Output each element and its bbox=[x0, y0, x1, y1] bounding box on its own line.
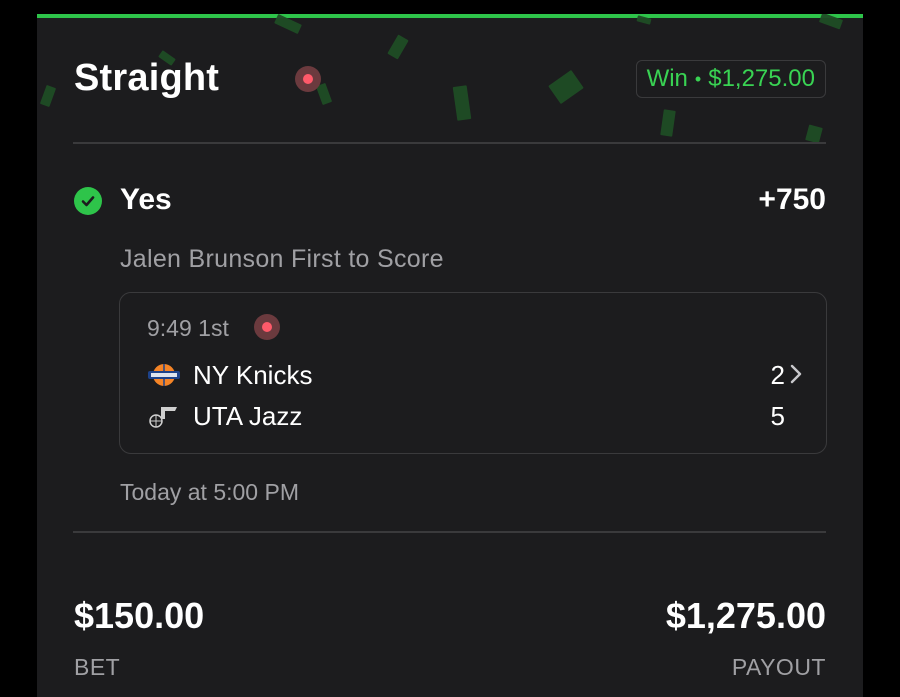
pick-row: Yes +750 bbox=[74, 182, 826, 222]
market-description: Jalen Brunson First to Score bbox=[120, 245, 444, 273]
team-score: 2 bbox=[770, 360, 785, 390]
live-record-icon bbox=[295, 66, 321, 92]
team-name: NY Knicks bbox=[193, 360, 313, 390]
chevron-right-icon[interactable] bbox=[788, 361, 804, 387]
bet-label: BET bbox=[74, 654, 121, 680]
game-date: Today at 5:00 PM bbox=[120, 479, 299, 505]
win-status-badge: Win • $1,275.00 bbox=[635, 60, 826, 98]
totals-divider bbox=[73, 531, 826, 533]
confetti-piece bbox=[387, 34, 409, 60]
confetti-piece bbox=[805, 124, 823, 144]
top-accent-line bbox=[37, 14, 863, 18]
bet-header: Straight Win • $1,275.00 bbox=[74, 58, 826, 108]
team-score: 5 bbox=[770, 401, 785, 431]
win-status-label: Win bbox=[646, 65, 688, 92]
win-amount: $1,275.00 bbox=[708, 65, 815, 92]
bet-card: Straight Win • $1,275.00 Yes +750 Jalen … bbox=[37, 14, 863, 697]
pick-selection: Yes bbox=[120, 183, 172, 216]
badge-separator: • bbox=[694, 68, 702, 89]
payout-amount: $1,275.00 bbox=[665, 595, 826, 636]
check-circle-icon bbox=[74, 187, 102, 215]
team-row: NY Knicks 2 bbox=[147, 358, 787, 392]
pick-odds: +750 bbox=[758, 183, 826, 216]
bet-amount: $150.00 bbox=[74, 595, 205, 636]
team-name: UTA Jazz bbox=[193, 401, 303, 431]
game-clock: 9:49 1st bbox=[147, 315, 229, 341]
confetti-piece bbox=[39, 84, 57, 108]
knicks-logo-icon bbox=[148, 364, 180, 386]
team-row: UTA Jazz 5 bbox=[147, 399, 787, 433]
game-scoreboard[interactable]: 9:49 1st NY Knicks 2 UTA Jazz 5 bbox=[119, 292, 827, 454]
jazz-logo-icon bbox=[149, 407, 177, 428]
live-record-icon bbox=[254, 314, 280, 340]
confetti-piece bbox=[660, 109, 676, 137]
header-divider bbox=[73, 142, 826, 144]
bet-type-title: Straight bbox=[74, 57, 220, 99]
payout-label: PAYOUT bbox=[731, 654, 826, 680]
